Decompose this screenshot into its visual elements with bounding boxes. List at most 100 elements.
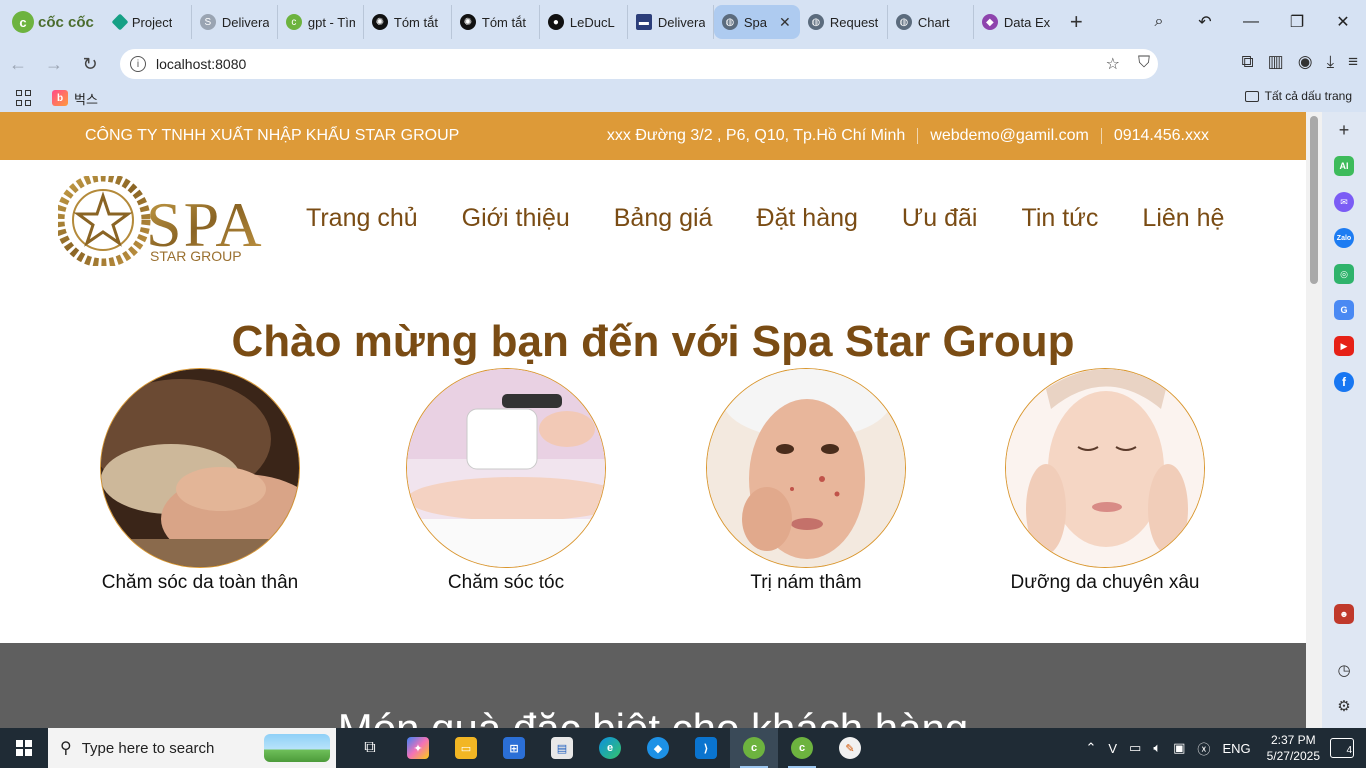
extensions-puzzle-icon[interactable]: ⧉ [1242,52,1254,72]
tab-title: Tóm tắt [481,14,526,30]
nav-pricing[interactable]: Bảng giá [614,204,713,233]
paint-app[interactable]: ✎ [826,728,874,768]
language-indicator[interactable]: ENG [1222,741,1250,756]
tab-delivera-1[interactable]: S Delivera [192,5,278,39]
site-info-icon[interactable]: i [130,56,146,72]
google-translate-icon[interactable]: G [1334,300,1354,320]
service-image[interactable] [406,368,606,568]
profile-avatar-icon[interactable]: ◉ [1298,52,1313,72]
copilot-app[interactable]: ✦ [394,728,442,768]
close-window-button[interactable]: ✕ [1320,12,1366,32]
minimize-button[interactable]: — [1228,13,1274,31]
settings-gear-icon[interactable]: ⚙ [1334,696,1354,716]
site-header: SPA STAR GROUP Trang chủ Giới thiệu Bảng… [0,160,1306,280]
service-card[interactable]: Chăm sóc tóc [356,368,656,594]
start-button[interactable] [0,728,48,768]
add-panel-icon[interactable]: + [1334,120,1354,140]
tab-title: Tóm tắt [393,14,438,30]
service-card[interactable]: Dưỡng da chuyên xâu [955,368,1255,594]
chevron-up-icon[interactable]: ⌃ [1085,740,1096,756]
tab-project[interactable]: Project [106,5,192,39]
services-list: Chăm sóc da toàn thân Chăm sóc tóc Trị n… [0,368,1306,644]
tab-data-explorer[interactable]: ◆ Data Ex [974,5,1060,39]
game-mascot-icon[interactable]: ☻ [1334,604,1354,624]
nav-about[interactable]: Giới thiệu [462,204,570,233]
nav-news[interactable]: Tin tức [1021,204,1098,233]
forward-arrow-icon[interactable]: → [36,54,72,75]
nav-promotions[interactable]: Ưu đãi [902,204,978,233]
download-icon[interactable]: ⤓ [1327,52,1335,72]
input-method-icon[interactable]: ⓧ [1197,739,1210,758]
clock-time: 2:37 PM [1270,733,1316,747]
all-bookmarks[interactable]: Tất cả dấu trang [1244,89,1352,103]
reload-icon[interactable]: ↻ [72,54,108,75]
service-image[interactable] [706,368,906,568]
store-app[interactable]: ⊞ [490,728,538,768]
restore-button[interactable]: ❐ [1274,12,1320,32]
bookmark-star-icon[interactable]: ☆ [1106,54,1120,74]
display-icon[interactable]: ▣ [1173,740,1185,756]
service-card[interactable]: Trị nám thâm [656,368,956,594]
tab-chart[interactable]: ◍ Chart [888,5,974,39]
back-arrow-icon[interactable]: ← [0,54,36,75]
nav-contact[interactable]: Liên hệ [1142,204,1224,233]
facebook-icon[interactable]: f [1334,372,1354,392]
url-text[interactable]: localhost:8080 [156,56,246,72]
news-app[interactable]: ▤ [538,728,586,768]
all-bookmarks-label: Tất cả dấu trang [1264,89,1352,103]
scrollbar-thumb[interactable] [1310,116,1318,284]
vscode-icon: ⟩ [695,737,717,759]
docker-app[interactable]: ◆ [634,728,682,768]
coccoc-app[interactable]: c [730,728,778,768]
nav-booking[interactable]: Đặt hàng [756,204,857,233]
vpn-icon[interactable]: V [1108,741,1117,756]
company-email[interactable]: webdemo@gamil.com [918,127,1101,145]
tab-github[interactable]: ● LeDucL [540,5,628,39]
service-card[interactable]: Chăm sóc da toàn thân [50,368,350,594]
tab-delivera-2[interactable]: ▬ Delivera [628,5,714,39]
browser-brand[interactable]: c cốc cốc [0,0,106,44]
address-bar[interactable]: i localhost:8080 ☆ ⛉ [120,49,1158,79]
file-explorer-app[interactable]: ▭ [442,728,490,768]
new-tab-button[interactable]: + [1060,9,1093,35]
svg-text:STAR GROUP: STAR GROUP [150,248,242,264]
history-back-icon[interactable]: ↶ [1182,12,1228,32]
tab-summary-2[interactable]: ✺ Tóm tắt [452,5,540,39]
bookmark-bugs[interactable]: b 벅스 [52,89,98,108]
split-view-icon[interactable]: ▥ [1268,52,1284,72]
service-image[interactable] [1005,368,1205,568]
close-tab-icon[interactable]: ✕ [779,14,791,31]
spa-star-group-logo[interactable]: SPA STAR GROUP [58,176,268,266]
tab-gpt-search[interactable]: c gpt - Tìm [278,5,364,39]
company-phone[interactable]: 0914.456.xxx [1102,127,1221,145]
task-view-button[interactable]: ⧉ [346,728,394,768]
tab-search-icon[interactable]: ⌕ [1136,13,1182,31]
news-icon: ▤ [551,737,573,759]
nav-home[interactable]: Trang chủ [306,204,418,233]
tab-summary-1[interactable]: ✺ Tóm tắt [364,5,452,39]
history-clock-icon[interactable]: ◷ [1334,660,1354,680]
service-image[interactable] [100,368,300,568]
paint-palette-icon: ✎ [839,737,861,759]
menu-hamburger-icon[interactable]: ≡ [1348,52,1358,72]
tab-title: gpt - Tìm [307,14,355,30]
apps-grid-icon[interactable] [16,90,32,106]
tab-spa[interactable]: ◍ Spa ✕ [713,5,800,39]
volume-icon[interactable]: 🔈︎ [1153,740,1161,756]
zalo-icon[interactable]: Zalo [1334,228,1354,248]
shield-icon[interactable]: ⛉ [1138,54,1150,74]
vscode-app[interactable]: ⟩ [682,728,730,768]
messenger-icon[interactable]: ✉ [1334,192,1354,212]
coccoc-profile-app[interactable]: c [778,728,826,768]
page-scrollbar[interactable] [1306,112,1322,728]
edge-app[interactable]: e [586,728,634,768]
notification-center-button[interactable]: 4 [1330,738,1354,758]
taskbar-search-box[interactable]: ⚲ Type here to search [48,728,336,768]
battery-icon[interactable]: ▭ [1129,740,1141,756]
youtube-icon[interactable]: ▶ [1334,336,1354,356]
ai-assistant-icon[interactable]: AI [1334,156,1354,176]
game-controller-icon[interactable]: ◎ [1334,264,1354,284]
taskbar-clock[interactable]: 2:37 PM 5/27/2025 [1267,732,1320,764]
tab-request[interactable]: ◍ Request [800,5,888,39]
top-info-bar: CÔNG TY TNHH XUẤT NHẬP KHẨU STAR GROUP x… [0,112,1306,160]
